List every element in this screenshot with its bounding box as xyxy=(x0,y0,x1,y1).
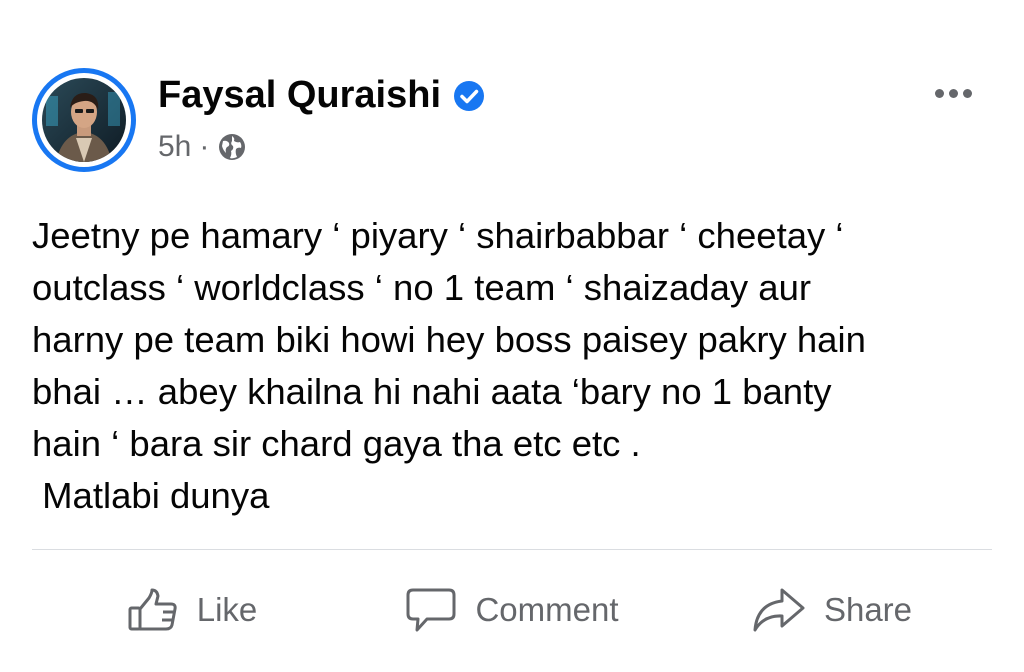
post-actions-bar: Like Comment Share xyxy=(32,560,992,660)
verified-badge-icon xyxy=(454,80,485,111)
avatar-image xyxy=(42,78,126,162)
post-time[interactable]: 5h xyxy=(158,130,191,164)
more-options-icon xyxy=(934,88,944,98)
like-button[interactable]: Like xyxy=(32,560,352,660)
comment-icon xyxy=(406,588,456,632)
avatar[interactable] xyxy=(32,68,136,172)
author-name[interactable]: Faysal Quraishi xyxy=(158,74,441,117)
globe-icon[interactable] xyxy=(217,132,247,162)
thumbs-up-icon xyxy=(128,588,177,631)
more-options-icon-dot xyxy=(948,88,958,98)
post-meta: 5h · xyxy=(158,130,247,164)
like-label: Like xyxy=(196,591,258,628)
post-text: Jeetny pe hamary ‘ piyary ‘ shairbabbar … xyxy=(32,215,866,516)
share-arrow-icon xyxy=(753,588,805,632)
more-options-icon-dot xyxy=(962,88,972,98)
facebook-post: Faysal Quraishi 5h · Jeetny pe hamary ‘ … xyxy=(0,0,1024,672)
post-header: Faysal Quraishi 5h · xyxy=(32,68,992,178)
share-label: Share xyxy=(823,591,913,628)
comment-label: Comment xyxy=(475,591,619,628)
more-options-button[interactable] xyxy=(928,78,978,108)
share-button[interactable]: Share xyxy=(672,560,992,660)
actions-divider xyxy=(32,549,992,550)
author-name-row: Faysal Quraishi xyxy=(158,74,485,117)
meta-separator: · xyxy=(199,130,210,163)
comment-button[interactable]: Comment xyxy=(352,560,672,660)
